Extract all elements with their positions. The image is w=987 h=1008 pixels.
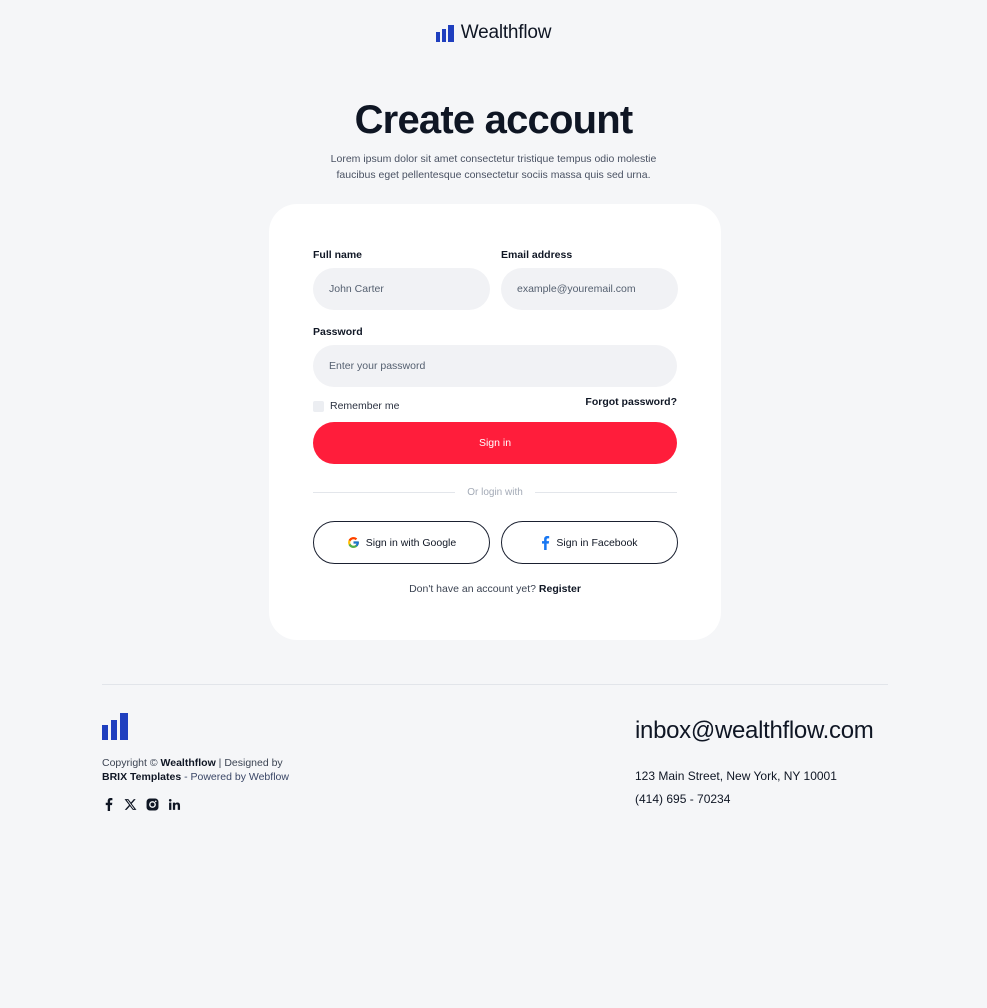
linkedin-icon[interactable] — [168, 798, 181, 811]
register-prompt-text: Don't have an account yet? — [409, 583, 536, 595]
facebook-signin-button[interactable]: Sign in Facebook — [501, 521, 678, 564]
footer-email-link[interactable]: inbox@wealthflow.com — [635, 717, 874, 745]
remember-checkbox[interactable] — [313, 400, 324, 412]
email-label: Email address — [501, 249, 573, 261]
instagram-icon[interactable] — [146, 798, 159, 811]
copyright-prefix: Copyright © — [102, 757, 158, 769]
x-icon[interactable] — [124, 798, 137, 811]
brix-templates-link[interactable]: BRIX Templates — [102, 771, 181, 783]
copyright-brand-link[interactable]: Wealthflow — [161, 757, 216, 769]
divider-line — [534, 492, 678, 493]
password-input[interactable] — [313, 345, 677, 387]
footer-divider — [102, 684, 888, 685]
footer-address: 123 Main Street, New York, NY 10001 — [635, 769, 837, 783]
social-links — [102, 798, 181, 811]
facebook-icon — [541, 535, 550, 550]
register-link[interactable]: Register — [539, 583, 581, 595]
google-signin-button[interactable]: Sign in with Google — [313, 521, 490, 564]
brand-name: Wealthflow — [460, 22, 552, 43]
remember-me[interactable]: Remember me — [313, 400, 399, 412]
logo-icon — [102, 713, 128, 740]
full-name-input[interactable] — [313, 268, 490, 310]
full-name-label: Full name — [313, 249, 363, 261]
designed-by-text: | Designed by — [218, 757, 283, 769]
divider-line — [313, 492, 456, 493]
password-label: Password — [313, 326, 363, 338]
page-title: Create account — [354, 98, 634, 142]
divider-text: Or login with — [467, 487, 523, 498]
facebook-signin-label: Sign in Facebook — [556, 536, 638, 549]
footer-phone-link[interactable]: (414) 695 - 70234 — [635, 792, 730, 806]
register-prompt: Don't have an account yet? Register — [269, 583, 721, 595]
forgot-password-link[interactable]: Forgot password? — [585, 396, 677, 408]
signup-card: Full name Email address Password Remembe… — [269, 204, 721, 640]
sign-in-button[interactable]: Sign in — [313, 422, 677, 464]
divider: Or login with — [313, 487, 678, 498]
page-subtitle: Lorem ipsum dolor sit amet consectetur t… — [330, 153, 657, 181]
logo-icon — [435, 24, 454, 42]
header-logo[interactable]: Wealthflow — [0, 22, 987, 44]
email-input[interactable] — [501, 268, 678, 310]
footer-logo[interactable] — [102, 713, 128, 740]
powered-by-webflow-link[interactable]: - Powered by Webflow — [184, 771, 289, 783]
google-signin-label: Sign in with Google — [365, 536, 457, 549]
google-icon — [347, 536, 360, 549]
facebook-icon[interactable] — [102, 798, 115, 811]
remember-label: Remember me — [330, 400, 400, 412]
copyright: Copyright © Wealthflow | Designed by BRI… — [102, 756, 302, 784]
